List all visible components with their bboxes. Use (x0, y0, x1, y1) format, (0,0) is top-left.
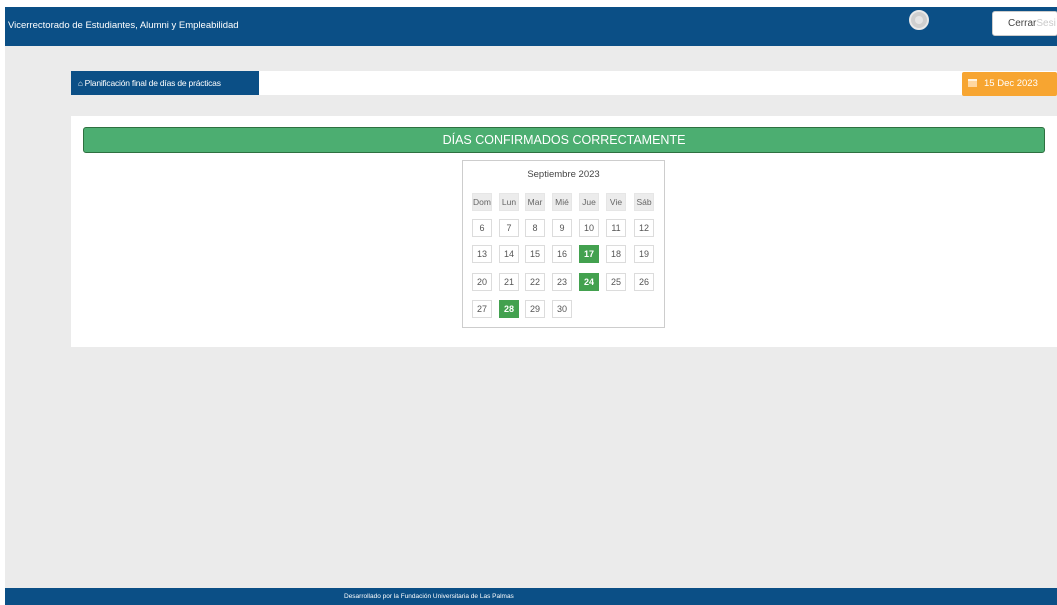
content-panel: DÍAS CONFIRMADOS CORRECTAMENTE Septiembr… (71, 116, 1057, 347)
weekday-header: Vie (606, 193, 626, 211)
breadcrumb: ⌂ Planificación final de días de práctica… (71, 71, 1057, 95)
calendar-day[interactable]: 29 (525, 300, 545, 318)
weekday-header: Sáb (634, 193, 654, 211)
calendar-day-selected[interactable]: 24 (579, 273, 599, 291)
calendar-day[interactable]: 20 (472, 273, 492, 291)
calendar-month-title: Septiembre 2023 (527, 169, 600, 180)
calendar-day[interactable]: 18 (606, 245, 626, 263)
top-navbar: Vicerrectorado de Estudiantes, Alumni y … (5, 7, 1057, 46)
calendar-day[interactable]: 10 (579, 219, 599, 237)
site-title: Vicerrectorado de Estudiantes, Alumni y … (8, 20, 239, 31)
weekday-header: Mar (525, 193, 545, 211)
calendar-day[interactable]: 27 (472, 300, 492, 318)
calendar-day-selected[interactable]: 17 (579, 245, 599, 263)
home-icon: ⌂ (78, 79, 83, 88)
calendar-day[interactable]: 12 (634, 219, 654, 237)
calendar-day[interactable]: 25 (606, 273, 626, 291)
footer-credits: Desarrollado por la Fundación Universita… (344, 593, 514, 600)
calendar-day[interactable]: 14 (499, 245, 519, 263)
calendar-day[interactable]: 8 (525, 219, 545, 237)
logout-label: Cerrar (1008, 18, 1037, 29)
month-calendar: Septiembre 2023 Dom Lun Mar Mié Jue Vie Sáb 6 7 8… (462, 160, 665, 328)
logout-label-overflow: Sesi (1036, 18, 1056, 29)
current-date-badge: 15 Dec 2023 (962, 72, 1057, 96)
calendar-icon (968, 79, 977, 87)
calendar-day[interactable]: 22 (525, 273, 545, 291)
user-avatar-icon[interactable] (909, 10, 929, 30)
calendar-day-selected[interactable]: 28 (499, 300, 519, 318)
breadcrumb-item-planning[interactable]: ⌂ Planificación final de días de práctica… (71, 71, 259, 95)
app-viewport: Vicerrectorado de Estudiantes, Alumni y … (5, 7, 1057, 605)
page-footer: Desarrollado por la Fundación Universita… (5, 588, 1057, 605)
calendar-day[interactable]: 13 (472, 245, 492, 263)
calendar-day[interactable]: 9 (552, 219, 572, 237)
weekday-header: Dom (472, 193, 492, 211)
calendar-day[interactable]: 19 (634, 245, 654, 263)
current-date-text: 15 Dec 2023 (984, 78, 1038, 89)
weekday-header: Lun (499, 193, 519, 211)
calendar-day[interactable]: 23 (552, 273, 572, 291)
weekday-header: Mié (552, 193, 572, 211)
calendar-day[interactable]: 30 (552, 300, 572, 318)
calendar-day[interactable]: 6 (472, 219, 492, 237)
calendar-day[interactable]: 21 (499, 273, 519, 291)
breadcrumb-label: Planificación final de días de prácticas (84, 78, 221, 88)
logout-button[interactable]: CerrarSesi (992, 11, 1057, 36)
weekday-header: Jue (579, 193, 599, 211)
calendar-day[interactable]: 15 (525, 245, 545, 263)
calendar-day[interactable]: 11 (606, 219, 626, 237)
calendar-day[interactable]: 16 (552, 245, 572, 263)
calendar-day[interactable]: 7 (499, 219, 519, 237)
success-banner: DÍAS CONFIRMADOS CORRECTAMENTE (83, 127, 1045, 153)
calendar-day[interactable]: 26 (634, 273, 654, 291)
